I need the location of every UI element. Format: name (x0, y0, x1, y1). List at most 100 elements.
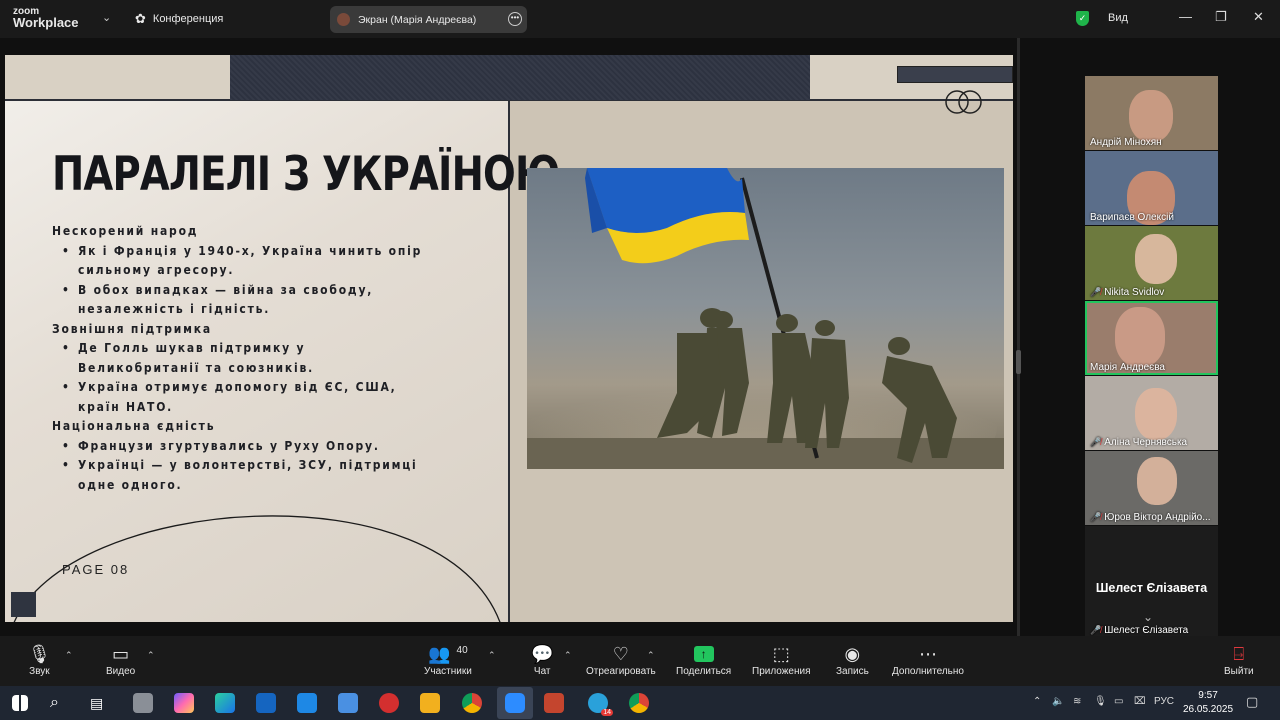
meeting-stage: ПАРАЛЕЛІ З УКРАЇНОЮ Нескорений народ Як … (0, 38, 1280, 638)
participants-button[interactable]: 👥 40 Участники (424, 642, 472, 678)
store-icon[interactable] (338, 693, 358, 713)
chevron-down-icon[interactable]: ⌄ (1143, 610, 1153, 624)
chrome-icon[interactable] (462, 693, 482, 713)
participant-tile[interactable]: Андрій Мінохян (1085, 76, 1218, 150)
edge-icon[interactable] (215, 693, 235, 713)
section-heading: Зовнішня підтримка (52, 321, 212, 336)
system-clock[interactable]: 9:57 26.05.2025 (1183, 689, 1233, 717)
participant-video (1115, 307, 1165, 367)
participant-video (1137, 457, 1177, 505)
record-button[interactable]: ◉ Запись (836, 642, 869, 678)
telegram-icon[interactable]: 14 (588, 693, 613, 716)
bullet-item: Французи згуртувались у Руху Опору. (52, 437, 472, 457)
slide-title: ПАРАЛЕЛІ З УКРАЇНОЮ (52, 147, 560, 202)
mic-off-icon: 🎤̸ (1090, 625, 1102, 635)
section-heading: Нескорений народ (52, 224, 199, 238)
paw-icon: ✿ (135, 11, 146, 26)
copilot-icon[interactable] (174, 693, 194, 713)
leave-button[interactable]: ⍈ Выйти (1224, 642, 1254, 678)
bullet-line: Як і Франція у 1940-х, Україна чинить оп… (78, 243, 423, 258)
microphone-tray-icon[interactable]: 🎙 (1094, 696, 1107, 707)
meeting-label: Конференция (152, 13, 224, 25)
windows-start-icon[interactable] (12, 695, 28, 711)
slide-body: Нескорений народ Як і Франція у 1940-х, … (52, 222, 472, 495)
share-arrow-icon: ↑ (693, 646, 714, 662)
participant-name-text: Шелест Єлізавета (1104, 625, 1189, 636)
powerpoint-icon[interactable] (544, 693, 564, 713)
network-icon[interactable]: ⌧ (1134, 696, 1146, 707)
chat-bubble-icon: 💬 (531, 643, 554, 664)
mic-off-icon: 🎤̸ (1090, 437, 1102, 447)
opera-icon[interactable] (379, 693, 399, 713)
bullet-item: Де Голль шукав підтримку у Великобританії… (52, 339, 472, 378)
react-options-caret[interactable]: ⌃ (647, 650, 655, 661)
outlook-icon[interactable] (256, 693, 276, 713)
task-view-icon[interactable]: ▤ (90, 693, 110, 713)
screen-share-pill[interactable]: Экран (Марія Андреєва) ••• (330, 6, 527, 33)
search-icon[interactable]: ⌕ (50, 693, 70, 713)
participant-name: 🎤̸ Nikita Svidlov (1090, 287, 1164, 298)
participants-count: 40 (456, 644, 468, 656)
audio-button[interactable]: 🎙 Звук (28, 642, 51, 678)
mic-off-icon: 🎤̸ (1090, 512, 1102, 522)
participant-video (1135, 388, 1177, 440)
chevron-down-icon[interactable]: ⌄ (102, 11, 111, 24)
title-bar: zoom Workplace ⌄ ✿ Конференция Экран (Ма… (0, 0, 1280, 38)
bullet-item: В обох випадках — війна за свободу, незал… (52, 281, 472, 320)
participants-options-caret[interactable]: ⌃ (488, 650, 496, 661)
bullet-line: країн НАТО. (78, 399, 174, 414)
language-indicator[interactable]: РУС (1154, 696, 1174, 707)
file-explorer-icon[interactable] (420, 693, 440, 713)
participant-tile[interactable]: 🎤̸ Юров Віктор Андрійо... (1085, 451, 1218, 525)
participant-tile[interactable]: 🎤̸ Nikita Svidlov (1085, 226, 1218, 300)
chat-options-caret[interactable]: ⌃ (564, 650, 572, 661)
participant-name: 🎤̸ Аліна Чернявська (1090, 437, 1187, 448)
speaker-icon[interactable]: 🔈 (1052, 696, 1064, 707)
apps-button[interactable]: ⬚ Приложения (752, 642, 811, 678)
zoom-taskbar-button[interactable] (497, 687, 533, 719)
view-button[interactable]: Вид (1108, 12, 1128, 24)
participant-name: Андрій Мінохян (1090, 137, 1162, 148)
react-button[interactable]: ♡ Отреагировать (586, 642, 656, 678)
leave-label: Выйти (1224, 666, 1254, 677)
react-label: Отреагировать (586, 666, 656, 677)
chrome-profile-icon[interactable] (629, 693, 649, 713)
windows-taskbar: ⌕ ▤ 14 ⌃ 🔈 ≋ 🎙 ▭ ⌧ РУС 9:57 26.05.2025 ▢ (0, 686, 1280, 720)
video-label: Видео (106, 666, 136, 677)
battery-icon[interactable]: ▭ (1114, 696, 1123, 707)
notifications-icon[interactable]: ▢ (1246, 694, 1258, 710)
participant-name: Марія Андреєва (1090, 362, 1165, 373)
more-icon[interactable]: ••• (508, 12, 522, 26)
close-icon[interactable]: ✕ (1253, 9, 1264, 25)
participant-tile[interactable]: Варипаєв Олексій (1085, 151, 1218, 225)
participant-big-name: Шелест Єлізавета (1095, 581, 1208, 595)
heart-icon: ♡ (612, 643, 629, 664)
participant-name: 🎤̸ Юров Віктор Андрійо... (1090, 512, 1211, 523)
chat-button[interactable]: 💬 Чат (531, 642, 554, 678)
participant-tile-active-speaker[interactable]: Марія Андреєва (1085, 301, 1218, 375)
video-button[interactable]: ▭ Видео (106, 642, 136, 678)
meeting-toolbar: 🎙 Звук ⌃ ▭ Видео ⌃ 👥 40 Участники ⌃ 💬 Чат… (0, 636, 1280, 686)
chevron-up-icon[interactable]: ⌃ (1033, 696, 1041, 707)
meeting-info-button[interactable]: ✿ Конференция (135, 11, 223, 27)
widgets-icon[interactable] (133, 693, 153, 713)
more-button[interactable]: ⋯ Дополнительно (892, 642, 964, 678)
wifi-icon[interactable]: ≋ (1073, 696, 1081, 707)
resize-handle[interactable] (1016, 350, 1021, 374)
decorative-arc (13, 515, 501, 622)
share-button[interactable]: ↑ Поделиться (676, 642, 731, 677)
participant-tile[interactable]: 🎤̸ Аліна Чернявська (1085, 376, 1218, 450)
photos-icon[interactable] (297, 693, 317, 713)
shield-check-icon[interactable]: ✓ (1076, 11, 1089, 26)
more-dots-icon: ⋯ (918, 643, 937, 664)
bullet-line: Де Голль шукав підтримку у (78, 341, 306, 355)
audio-options-caret[interactable]: ⌃ (65, 650, 73, 661)
minimize-icon[interactable]: — (1179, 9, 1192, 24)
panel-divider[interactable] (1017, 38, 1020, 636)
zoom-icon (505, 693, 525, 713)
video-options-caret[interactable]: ⌃ (147, 650, 155, 661)
maximize-icon[interactable]: ❐ (1215, 9, 1227, 25)
clock-time: 9:57 (1198, 690, 1218, 701)
record-icon: ◉ (844, 643, 861, 664)
slide-corner-bar (897, 66, 1013, 83)
